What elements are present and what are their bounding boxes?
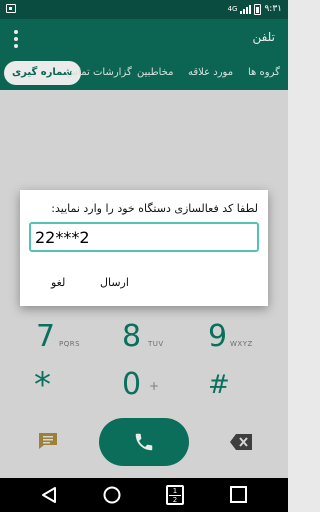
sim-slot-2-label: 2: [172, 496, 178, 504]
network-type-label: 4G: [227, 5, 238, 13]
status-bar: 4G ۹:۳۱: [0, 0, 288, 19]
dual-sim-icon[interactable]: 1 2: [166, 485, 184, 505]
send-button[interactable]: ارسال: [100, 276, 129, 289]
activation-code-dialog: لطفا کد فعالسازی دستگاه خود را وارد نمای…: [20, 190, 268, 306]
sim-slot-1-label: 1: [172, 487, 178, 495]
battery-icon: [254, 3, 262, 15]
navigation-bar: 1 2: [0, 478, 288, 512]
dialog-title: لطفا کد فعالسازی دستگاه خود را وارد نمای…: [51, 202, 258, 215]
clock: ۹:۳۱: [264, 4, 282, 14]
notification-icon: [6, 4, 16, 13]
signal-icon: [240, 4, 252, 14]
cancel-button[interactable]: لغو: [51, 276, 65, 289]
home-icon[interactable]: [103, 486, 121, 508]
status-indicators: 4G ۹:۳۱: [228, 3, 282, 15]
activation-code-input[interactable]: [29, 222, 259, 252]
back-icon[interactable]: [40, 486, 58, 508]
recent-apps-icon[interactable]: [230, 486, 247, 507]
